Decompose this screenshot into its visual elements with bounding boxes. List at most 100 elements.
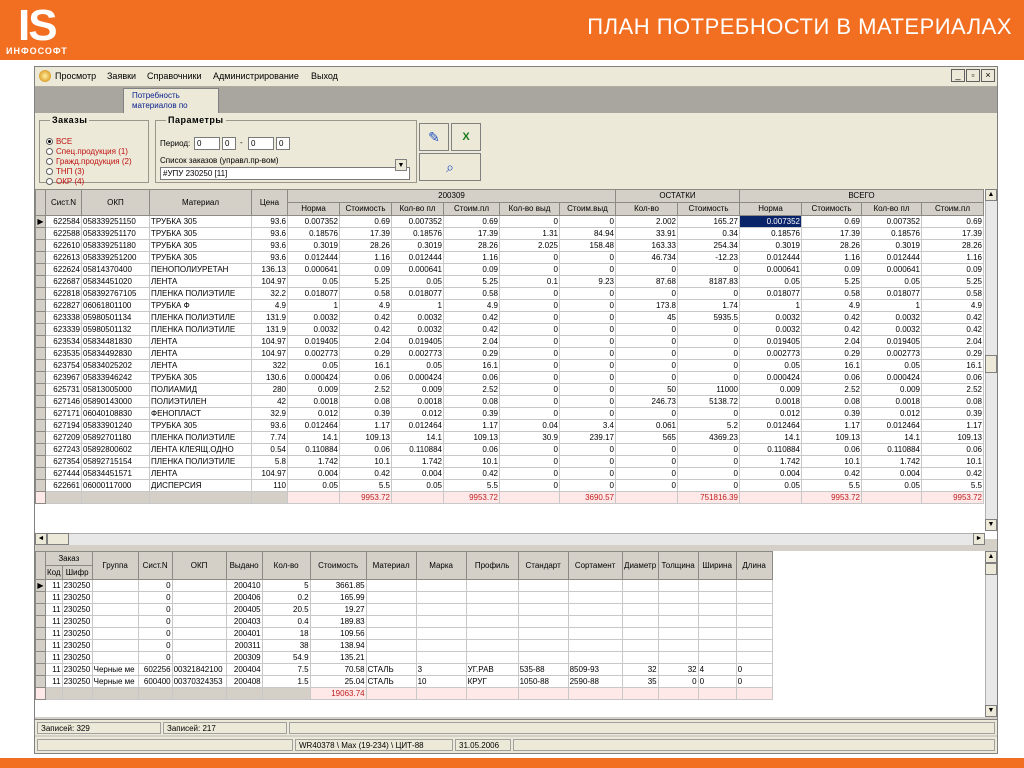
table-cell[interactable]: 2.04 — [443, 335, 500, 348]
table-cell[interactable]: 1.742 — [391, 455, 444, 468]
table-cell[interactable]: 0.110884 — [739, 443, 802, 456]
table-cell[interactable]: 104.97 — [251, 275, 288, 288]
radio-button-icon[interactable] — [46, 138, 53, 145]
table-cell[interactable]: 0 — [559, 299, 616, 312]
table-row[interactable]: 627243 05892800602 ЛЕНТА КЛЕЯЩ.ОДНО 0.54 0.1… — [35, 443, 984, 456]
table-cell[interactable]: ДИСПЕРСИЯ — [149, 479, 252, 492]
table-cell[interactable]: 30.9 — [499, 431, 560, 444]
table-cell[interactable]: 0 — [559, 359, 616, 372]
table-cell[interactable]: ПОЛИЭТИЛЕН — [149, 395, 252, 408]
column-header[interactable]: Код — [45, 565, 63, 580]
table-cell[interactable]: 200401 — [225, 627, 263, 640]
table-cell[interactable]: 0.06 — [443, 443, 500, 456]
table-cell[interactable]: 163.33 — [615, 239, 678, 252]
table-cell[interactable]: 0.29 — [339, 347, 392, 360]
table-cell[interactable]: ПЛЕНКА ПОЛИЭТИЛЕ — [149, 431, 252, 444]
table-cell[interactable]: ЛЕНТА — [149, 359, 252, 372]
table-cell[interactable]: 0.09 — [443, 263, 500, 276]
column-header[interactable]: Группа — [91, 551, 139, 580]
period-to-2[interactable]: 0 — [276, 137, 290, 150]
table-cell[interactable]: 622818 — [45, 287, 82, 300]
table-cell[interactable]: 17.39 — [339, 227, 392, 240]
table-cell[interactable]: 200408 — [225, 675, 263, 688]
restore-icon[interactable]: ▫ — [966, 69, 980, 82]
table-row[interactable]: 623535 05834492830 ЛЕНТА 104.97 0.002773 0.29… — [35, 347, 984, 360]
table-cell[interactable] — [621, 615, 659, 628]
table-cell[interactable]: 10.1 — [339, 455, 392, 468]
table-cell[interactable]: 0 — [657, 675, 699, 688]
table-cell[interactable]: 0.08 — [801, 395, 862, 408]
table-cell[interactable]: 32 — [621, 663, 659, 676]
table-cell[interactable]: 42 — [251, 395, 288, 408]
table-cell[interactable] — [517, 627, 569, 640]
table-row[interactable]: 627444 05834451571 ЛЕНТА 104.97 0.004 0.42 0.0… — [35, 467, 984, 480]
table-row[interactable]: 622818 058392767105 ПЛЕНКА ПОЛИЭТИЛЕ 32.2 0.… — [35, 287, 984, 300]
table-cell[interactable] — [735, 579, 773, 592]
table-cell[interactable]: 0.69 — [801, 215, 862, 228]
table-cell[interactable]: 1 — [739, 299, 802, 312]
column-header[interactable]: Материал — [149, 189, 252, 216]
table-cell[interactable]: 0.0032 — [391, 323, 444, 336]
table-cell[interactable]: 32.2 — [251, 287, 288, 300]
table-row[interactable]: 627209 05892701180 ПЛЕНКА ПОЛИЭТИЛЕ 7.74 14.… — [35, 431, 984, 444]
table-cell[interactable]: 104.97 — [251, 467, 288, 480]
column-header[interactable]: Выдано — [225, 551, 263, 580]
table-cell[interactable]: 0 — [559, 347, 616, 360]
table-cell[interactable] — [365, 627, 417, 640]
table-cell[interactable]: 0.69 — [443, 215, 500, 228]
table-cell[interactable] — [365, 639, 417, 652]
table-cell[interactable] — [91, 651, 139, 664]
table-cell[interactable] — [465, 627, 519, 640]
table-cell[interactable]: 14.1 — [287, 431, 340, 444]
table-cell[interactable] — [567, 615, 623, 628]
table-cell[interactable]: 0.08 — [339, 395, 392, 408]
issues-vertical-scrollbar[interactable]: ▲ ▼ — [985, 551, 997, 717]
tab-material-needs[interactable]: Потребность материалов по — [123, 88, 219, 113]
table-cell[interactable]: 0.018077 — [287, 287, 340, 300]
table-row[interactable]: 623967 05833946242 ТРУБКА 305 130.6 0.000424… — [35, 371, 984, 384]
table-cell[interactable]: 0.58 — [339, 287, 392, 300]
table-cell[interactable] — [415, 627, 467, 640]
table-cell[interactable]: 0.05 — [391, 479, 444, 492]
table-cell[interactable] — [657, 651, 699, 664]
table-cell[interactable]: 0.42 — [801, 467, 862, 480]
table-cell[interactable]: ТРУБКА 305 — [149, 239, 252, 252]
table-cell[interactable]: 109.13 — [801, 431, 862, 444]
table-cell[interactable]: 625731 — [45, 383, 82, 396]
table-cell[interactable]: 0 — [559, 371, 616, 384]
table-cell[interactable]: ТРУБКА 305 — [149, 251, 252, 264]
table-cell[interactable]: 0.000641 — [739, 263, 802, 276]
table-cell[interactable]: 0.002773 — [861, 347, 922, 360]
table-cell[interactable]: 0.004 — [391, 467, 444, 480]
table-cell[interactable]: 93.6 — [251, 239, 288, 252]
table-cell[interactable]: 10 — [415, 675, 467, 688]
table-cell[interactable]: 0.58 — [921, 287, 984, 300]
table-cell[interactable]: 622584 — [45, 215, 82, 228]
table-cell[interactable]: 0 — [735, 663, 773, 676]
table-cell[interactable]: 1.17 — [443, 419, 500, 432]
table-cell[interactable]: 0.04 — [499, 419, 560, 432]
column-header[interactable]: Сист.N — [45, 189, 82, 216]
table-cell[interactable] — [365, 579, 417, 592]
table-cell[interactable]: 0.009 — [391, 383, 444, 396]
table-cell[interactable]: 200410 — [225, 579, 263, 592]
table-cell[interactable]: 5.25 — [443, 275, 500, 288]
table-cell[interactable] — [621, 591, 659, 604]
table-cell[interactable]: 0.007352 — [861, 215, 922, 228]
table-cell[interactable]: 189.83 — [309, 615, 367, 628]
table-cell[interactable]: 0 — [677, 407, 740, 420]
table-cell[interactable]: 28.26 — [801, 239, 862, 252]
table-cell[interactable] — [657, 639, 699, 652]
minimize-icon[interactable]: _ — [951, 69, 965, 82]
table-cell[interactable]: 0.08 — [443, 395, 500, 408]
table-row[interactable]: 625731 05813005000 ПОЛИАМИД 280 0.009 2.52 0.0… — [35, 383, 984, 396]
table-cell[interactable]: 0.06 — [339, 443, 392, 456]
table-cell[interactable]: 0.0032 — [739, 323, 802, 336]
table-cell[interactable]: 0 — [615, 263, 678, 276]
table-row[interactable]: 622687 05834451020 ЛЕНТА 104.97 0.05 5.25 0.05… — [35, 275, 984, 288]
table-row[interactable]: 11 230250 0 200406 0.2 165.99 — [35, 591, 773, 604]
table-cell[interactable] — [465, 651, 519, 664]
table-cell[interactable]: 0.06 — [443, 371, 500, 384]
table-cell[interactable]: 0 — [559, 335, 616, 348]
table-row[interactable]: 622624 05814370400 ПЕНОПОЛИУРЕТАН 136.13 0.0… — [35, 263, 984, 276]
